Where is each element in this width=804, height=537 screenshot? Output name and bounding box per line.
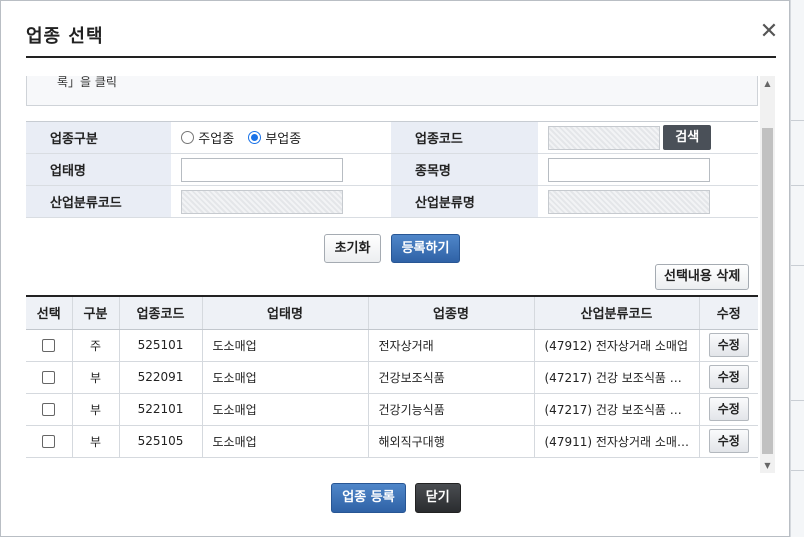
row-type: 부 (72, 361, 120, 394)
dialog-footer: 업종 등록 닫기 (1, 483, 791, 513)
title-divider (26, 56, 776, 58)
row-industry-code: (47912) 전자상거래 소매업 (534, 329, 700, 362)
main-business-radio-label[interactable]: 주업종 (198, 132, 234, 147)
background-divider (791, 120, 804, 121)
row-edit-cell: 수정 (699, 393, 758, 426)
industry-code-label: 산업분류코드 (26, 185, 172, 218)
row-industry-code: (47217) 건강 보조식품 … (534, 361, 700, 394)
form-actions: 초기화 등록하기 (26, 234, 758, 263)
row-type: 부 (72, 425, 120, 458)
column-header: 수정 (699, 296, 758, 330)
column-header: 선택 (26, 296, 73, 330)
row-code: 522091 (119, 361, 203, 394)
row-business-name: 건강기능식품 (368, 393, 535, 426)
column-header: 업종코드 (119, 296, 203, 330)
business-type-radios: 주업종 부업종 (171, 121, 391, 154)
background-divider (791, 470, 804, 471)
edit-button[interactable]: 수정 (708, 365, 749, 389)
row-checkbox[interactable] (42, 435, 56, 448)
table-row: 부 522101 도소매업 건강기능식품 (47217) 건강 보조식품 … 수… (26, 393, 758, 426)
industry-name-cell (538, 185, 758, 218)
column-header: 산업분류코드 (534, 296, 700, 330)
table-row: 부 525105 도소매업 해외직구대행 (47911) 전자상거래 소매… 수… (26, 425, 758, 458)
row-select-cell (26, 425, 73, 458)
row-business-name: 해외직구대행 (368, 425, 535, 458)
business-select-dialog: 업종 선택 ✕ 록」을 클릭 업종구분 주업종 부업종 업종코드 검색 업태명 … (0, 0, 790, 537)
row-business-form: 도소매업 (202, 329, 369, 362)
row-checkbox[interactable] (42, 339, 56, 352)
scroll-up-icon[interactable]: ▲ (760, 76, 775, 91)
item-name-cell (538, 153, 758, 186)
column-header: 업태명 (202, 296, 369, 330)
background-divider (791, 265, 804, 266)
background-page-edge (790, 0, 804, 537)
edit-button[interactable]: 수정 (708, 333, 749, 357)
item-name-label: 종목명 (390, 153, 539, 186)
main-business-radio[interactable] (181, 131, 195, 144)
search-button[interactable]: 검색 (663, 125, 712, 150)
item-name-input[interactable] (548, 157, 711, 182)
business-type-label: 업종구분 (26, 121, 172, 154)
background-divider (791, 400, 804, 401)
table-row: 부 522091 도소매업 건강보조식품 (47217) 건강 보조식품 … 수… (26, 361, 758, 394)
business-form-cell (171, 153, 391, 186)
delete-selected-button[interactable]: 선택내용 삭제 (655, 264, 750, 290)
row-edit-cell: 수정 (699, 329, 758, 362)
business-code-cell: 검색 (538, 121, 758, 154)
edit-button[interactable]: 수정 (708, 429, 749, 453)
business-form: 업종구분 주업종 부업종 업종코드 검색 업태명 종목명 산업분류코드 산업분류… (26, 121, 758, 218)
row-type: 주 (72, 329, 120, 362)
business-code-field (548, 125, 661, 150)
sub-business-radio[interactable] (248, 131, 262, 144)
notice-text: 록」을 클릭 (57, 76, 117, 89)
business-form-label: 업태명 (26, 153, 172, 186)
row-select-cell (26, 361, 73, 394)
row-code: 525105 (119, 425, 203, 458)
scroll-down-icon[interactable]: ▼ (760, 458, 775, 473)
register-button[interactable]: 등록하기 (390, 234, 461, 263)
row-code: 522101 (119, 393, 203, 426)
row-industry-code: (47217) 건강 보조식품 … (534, 393, 700, 426)
close-icon[interactable]: ✕ (758, 21, 780, 43)
sub-business-radio-label[interactable]: 부업종 (265, 132, 301, 147)
row-checkbox[interactable] (42, 403, 56, 416)
business-code-label: 업종코드 (390, 121, 539, 154)
row-checkbox[interactable] (42, 371, 56, 384)
row-business-form: 도소매업 (202, 361, 369, 394)
background-divider (791, 185, 804, 186)
industry-name-label: 산업분류명 (390, 185, 539, 218)
row-business-name: 전자상거래 (368, 329, 535, 362)
business-form-input[interactable] (181, 157, 344, 182)
row-code: 525101 (119, 329, 203, 362)
reset-button[interactable]: 초기화 (323, 234, 382, 263)
table-row: 주 525101 도소매업 전자상거래 (47912) 전자상거래 소매업 수정 (26, 329, 758, 362)
close-button[interactable]: 닫기 (414, 483, 461, 513)
row-industry-code: (47911) 전자상거래 소매… (534, 425, 700, 458)
edit-button[interactable]: 수정 (708, 397, 749, 421)
industry-code-cell (171, 185, 391, 218)
dialog-scroll-area[interactable]: 록」을 클릭 업종구분 주업종 부업종 업종코드 검색 업태명 종목명 산업분류… (26, 76, 775, 476)
row-select-cell (26, 329, 73, 362)
row-type: 부 (72, 393, 120, 426)
row-business-form: 도소매업 (202, 425, 369, 458)
column-header: 구분 (72, 296, 120, 330)
row-select-cell (26, 393, 73, 426)
industry-code-field (181, 189, 344, 214)
scroll-thumb[interactable] (762, 128, 773, 454)
business-list-table: 선택 구분 업종코드 업태명 업종명 산업분류코드 수정 주 525101 도소… (26, 295, 758, 458)
row-business-form: 도소매업 (202, 393, 369, 426)
notice-box: 록」을 클릭 (26, 76, 758, 106)
register-business-button[interactable]: 업종 등록 (331, 483, 406, 513)
vertical-scrollbar[interactable]: ▲ ▼ (760, 76, 775, 473)
column-header: 업종명 (368, 296, 535, 330)
row-edit-cell: 수정 (699, 425, 758, 458)
row-business-name: 건강보조식품 (368, 361, 535, 394)
dialog-title: 업종 선택 (26, 26, 104, 47)
row-edit-cell: 수정 (699, 361, 758, 394)
industry-name-field (548, 189, 711, 214)
